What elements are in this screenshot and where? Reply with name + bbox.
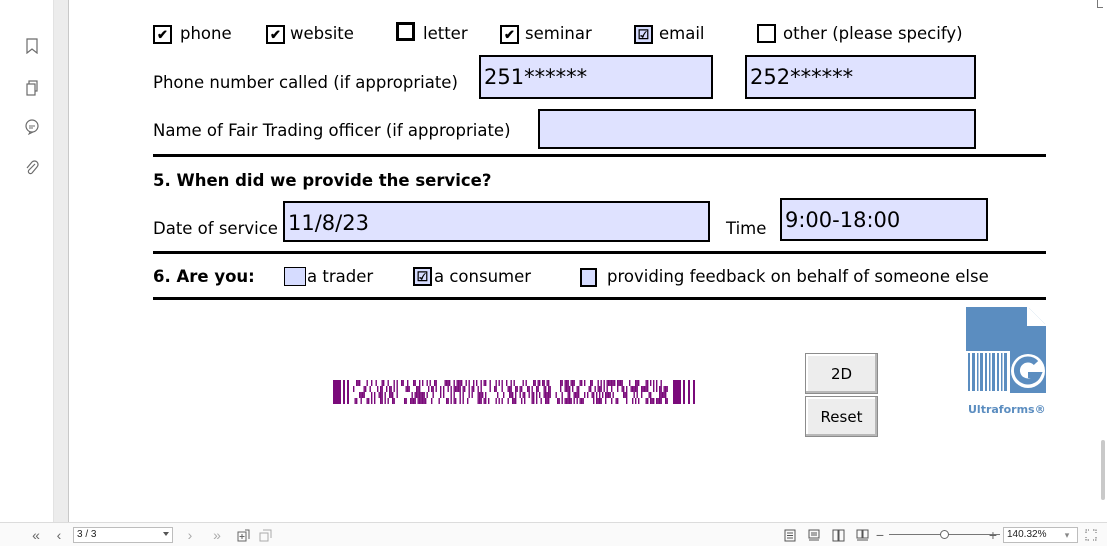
pdf417-barcode	[333, 380, 695, 404]
website-checkbox[interactable]: ✔	[266, 25, 285, 44]
page-number-input[interactable]: 3 / 3	[73, 527, 173, 543]
next-page-icon[interactable]: ›	[183, 527, 197, 543]
comment-icon[interactable]	[22, 117, 42, 137]
pages-icon[interactable]	[22, 78, 42, 98]
trader-label: a trader	[307, 267, 374, 286]
logo-wordmark: Ultraforms®	[968, 403, 1046, 416]
phone-label: phone	[180, 24, 232, 43]
section5-heading: 5. When did we provide the service?	[153, 171, 492, 190]
time-label: Time	[726, 219, 767, 238]
zoom-out-button[interactable]: −	[874, 527, 886, 543]
zoom-in-button[interactable]: +	[987, 527, 999, 543]
ultraforms-logo	[966, 307, 1046, 393]
letter-label: letter	[423, 24, 468, 43]
fullscreen-icon[interactable]	[1083, 527, 1099, 543]
seminar-label: seminar	[525, 24, 592, 43]
bottom-toolbar: « ‹ 3 / 3 › » − + 140.32% ▾	[0, 522, 1107, 546]
letter-checkbox[interactable]	[396, 22, 415, 41]
phone-checkbox[interactable]: ✔	[153, 25, 172, 44]
other-checkbox[interactable]	[757, 24, 776, 43]
zoom-dropdown-icon[interactable]: ▾	[1062, 527, 1072, 543]
single-page-view-icon[interactable]	[782, 527, 798, 543]
zoom-slider-thumb[interactable]	[940, 530, 949, 539]
2d-button[interactable]: 2D	[805, 353, 878, 394]
zoom-level-value: 140.32%	[1007, 529, 1047, 540]
consumer-label: a consumer	[434, 267, 532, 286]
phone-number-field-2[interactable]: 252******	[745, 55, 976, 99]
section-divider	[153, 154, 1046, 157]
reset-button[interactable]: Reset	[805, 396, 878, 437]
trader-checkbox[interactable]	[284, 267, 306, 286]
section-divider	[153, 251, 1046, 254]
duplicate-page-icon[interactable]	[257, 527, 273, 543]
seminar-checkbox[interactable]: ✔	[500, 25, 519, 44]
on-behalf-checkbox[interactable]	[580, 268, 597, 287]
continuous-view-icon[interactable]	[806, 527, 822, 543]
other-label: other (please specify)	[783, 24, 963, 43]
page-number-value: 3 / 3	[77, 529, 97, 540]
officer-name-field[interactable]	[538, 109, 976, 149]
left-sidebar	[0, 0, 54, 522]
insert-page-icon[interactable]	[235, 527, 251, 543]
bookmark-icon[interactable]	[22, 36, 42, 56]
time-field[interactable]: 9:00-18:00	[780, 198, 988, 241]
phone-number-field-1[interactable]: 251******	[479, 55, 713, 99]
website-label: website	[290, 24, 354, 43]
email-label: email	[659, 24, 705, 43]
consumer-checkbox[interactable]: ☑	[413, 267, 432, 286]
first-page-icon[interactable]: «	[28, 527, 44, 543]
section-divider	[153, 297, 1046, 300]
on-behalf-label: providing feedback on behalf of someone …	[607, 267, 989, 286]
phone-number-label: Phone number called (if appropriate)	[153, 73, 458, 92]
officer-label: Name of Fair Trading officer (if appropr…	[153, 121, 511, 140]
two-page-continuous-icon[interactable]	[854, 527, 870, 543]
two-page-view-icon[interactable]	[830, 527, 846, 543]
attachment-icon[interactable]	[22, 158, 42, 178]
page-gutter	[54, 0, 69, 522]
email-checkbox[interactable]: ☑	[634, 25, 653, 44]
last-page-icon[interactable]: »	[209, 527, 225, 543]
vertical-scrollbar[interactable]	[1099, 0, 1107, 522]
page-dropdown-icon[interactable]	[163, 532, 169, 536]
section6-heading: 6. Are you:	[153, 267, 255, 286]
date-of-service-field[interactable]: 11/8/23	[283, 201, 710, 242]
page-corner-icon	[1097, 0, 1103, 8]
prev-page-icon[interactable]: ‹	[52, 527, 66, 543]
date-of-service-label: Date of service	[153, 219, 278, 238]
